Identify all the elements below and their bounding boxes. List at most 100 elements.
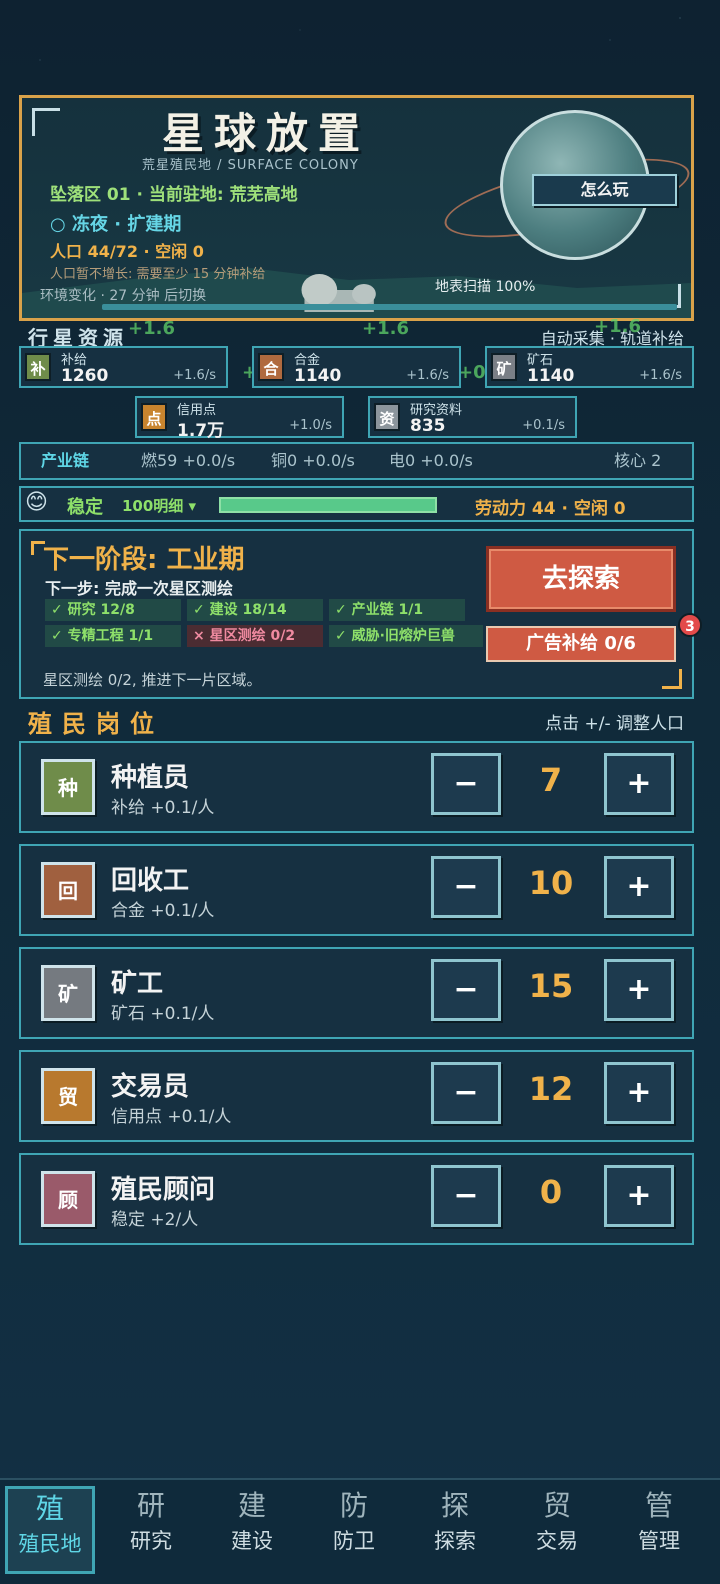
increase-button[interactable]: + bbox=[604, 856, 674, 918]
population-note: 人口暂不增长: 需要至少 15 分钟补给 bbox=[50, 267, 266, 282]
resource-research: 资 研究资料 835 +0.1/s bbox=[368, 396, 577, 438]
nav-tab-label: 探索 bbox=[434, 1529, 476, 1553]
nav-tab-label: 建设 bbox=[231, 1529, 273, 1553]
nav-tab-explore[interactable]: 探探索 bbox=[410, 1486, 500, 1574]
population-text: 人口 44/72 · 空闲 0 bbox=[50, 242, 204, 261]
ad-supply-button[interactable]: 广告补给 0/6 bbox=[486, 626, 676, 662]
check-chip: ✓ 建设 18/14 bbox=[187, 599, 323, 621]
nav-tab-label: 管理 bbox=[638, 1529, 680, 1553]
stability-detail-toggle[interactable]: 100明细 ▾ bbox=[122, 495, 196, 516]
job-name: 交易员 bbox=[111, 1072, 190, 1102]
nav-tab-glyph: 管 bbox=[644, 1489, 673, 1522]
decrease-button[interactable]: − bbox=[431, 959, 501, 1021]
nav-tab-colony[interactable]: 殖殖民地 bbox=[5, 1486, 95, 1574]
industry-chain-bar[interactable]: 产业链 燃59 +0.0/s 铜0 +0.0/s 电0 +0.0/s 核心 2 bbox=[19, 442, 694, 480]
chain-fuel: 燃59 +0.0/s bbox=[141, 451, 236, 470]
nav-tab-glyph: 建 bbox=[237, 1489, 266, 1522]
nav-tab-glyph: 防 bbox=[339, 1489, 368, 1522]
supply-icon: 补 bbox=[25, 353, 51, 381]
phase-footer: 星区测绘 0/2, 推进下一片区域。 bbox=[43, 671, 262, 689]
nav-tab-glyph: 研 bbox=[136, 1489, 165, 1522]
season-text: ○ 冻夜 · 扩建期 bbox=[50, 214, 182, 235]
nav-tab-research[interactable]: 研研究 bbox=[106, 1486, 196, 1574]
jobs-heading: 殖民岗位 bbox=[28, 710, 164, 738]
nav-tab-manage[interactable]: 管管理 bbox=[614, 1486, 704, 1574]
job-name: 殖民顾问 bbox=[111, 1175, 216, 1205]
resource-rate: +1.6/s bbox=[173, 368, 216, 383]
explore-button[interactable]: 去探索 bbox=[486, 546, 676, 612]
increase-button[interactable]: + bbox=[604, 1165, 674, 1227]
resource-floater: +1.6 bbox=[362, 318, 409, 339]
nav-tab-defense[interactable]: 防防卫 bbox=[309, 1486, 399, 1574]
nav-tab-glyph: 殖 bbox=[35, 1492, 64, 1525]
resource-rate: +1.6/s bbox=[406, 368, 449, 383]
labor-text: 劳动力 44 · 空闲 0 bbox=[475, 499, 626, 519]
resource-rate: +0.1/s bbox=[522, 418, 565, 433]
colony-header-panel: 星球放置 荒星殖民地 / SURFACE COLONY 坠落区 01 · 当前驻… bbox=[19, 95, 694, 321]
trader-icon: 贸 bbox=[41, 1068, 95, 1124]
resource-rate: +1.6/s bbox=[639, 368, 682, 383]
job-rate: 矿石 +0.1/人 bbox=[111, 1004, 215, 1024]
chain-power: 电0 +0.0/s bbox=[389, 451, 473, 470]
nav-tab-glyph: 贸 bbox=[542, 1489, 571, 1522]
job-name: 种植员 bbox=[111, 763, 190, 793]
job-count: 10 bbox=[528, 864, 574, 902]
notification-badge: 3 bbox=[678, 613, 702, 637]
recycler-icon: 回 bbox=[41, 862, 95, 918]
next-phase-panel: 下一阶段: 工业期 下一步: 完成一次星区测绘 ✓ 研究 12/8 ✓ 建设 1… bbox=[19, 529, 702, 699]
surface-scan-fill bbox=[102, 304, 677, 310]
check-chip: ✓ 专精工程 1/1 bbox=[45, 625, 181, 647]
chain-core: 核心 2 bbox=[614, 451, 662, 470]
stability-progress-fill bbox=[221, 499, 435, 511]
resource-ore: 矿 矿石 1140 +1.6/s bbox=[485, 346, 694, 388]
frame-corner bbox=[662, 669, 682, 689]
job-rate: 补给 +0.1/人 bbox=[111, 798, 215, 818]
resource-value: 1260 bbox=[61, 366, 109, 386]
stability-bar: 😊 稳定 100明细 ▾ 劳动力 44 · 空闲 0 bbox=[19, 486, 694, 522]
miner-icon: 矿 bbox=[41, 965, 95, 1021]
location-text: 坠落区 01 · 当前驻地: 荒芜高地 bbox=[50, 185, 298, 205]
jobs-hint: 点击 +/- 调整人口 bbox=[545, 714, 684, 734]
increase-button[interactable]: + bbox=[604, 1062, 674, 1124]
farmer-icon: 种 bbox=[41, 759, 95, 815]
check-chip: × 星区测绘 0/2 bbox=[187, 625, 323, 647]
resource-floater: +0 bbox=[458, 362, 486, 383]
resource-value: 835 bbox=[410, 416, 446, 436]
increase-button[interactable]: + bbox=[604, 959, 674, 1021]
job-row-miner: 矿 矿工 矿石 +0.1/人 − 15 + bbox=[19, 947, 694, 1039]
nav-tab-build[interactable]: 建建设 bbox=[207, 1486, 297, 1574]
game-subtitle: 荒星殖民地 / SURFACE COLONY bbox=[142, 158, 359, 173]
chain-copper: 铜0 +0.0/s bbox=[271, 451, 355, 470]
check-chip: ✓ 威胁·旧熔炉巨兽 bbox=[329, 625, 483, 647]
job-row-trader: 贸 交易员 信用点 +0.1/人 − 12 + bbox=[19, 1050, 694, 1142]
job-name: 回收工 bbox=[111, 866, 190, 896]
chain-label: 产业链 bbox=[41, 451, 90, 470]
job-row-farmer: 种 种植员 补给 +0.1/人 − 7 + bbox=[19, 741, 694, 833]
how-to-play-button[interactable]: 怎么玩 bbox=[532, 174, 677, 206]
resource-value: 1.7万 bbox=[177, 421, 225, 441]
resource-floater: +1.6 bbox=[128, 318, 175, 339]
increase-button[interactable]: + bbox=[604, 753, 674, 815]
job-row-advisor: 顾 殖民顾问 稳定 +2/人 − 0 + bbox=[19, 1153, 694, 1245]
smile-emoji-icon: 😊 bbox=[25, 490, 48, 515]
frame-corner-top-left bbox=[32, 108, 60, 136]
nav-tab-label: 研究 bbox=[130, 1529, 172, 1553]
decrease-button[interactable]: − bbox=[431, 1062, 501, 1124]
nav-tab-trade[interactable]: 贸交易 bbox=[512, 1486, 602, 1574]
game-title: 星球放置 bbox=[162, 109, 371, 158]
decrease-button[interactable]: − bbox=[431, 856, 501, 918]
phase-title: 下一阶段: 工业期 bbox=[43, 545, 245, 575]
next-step-text: 下一步: 完成一次星区测绘 bbox=[45, 579, 233, 598]
decrease-button[interactable]: − bbox=[431, 1165, 501, 1227]
job-count: 0 bbox=[539, 1173, 563, 1211]
nav-tab-label: 防卫 bbox=[333, 1529, 375, 1553]
resource-value: 1140 bbox=[294, 366, 342, 386]
resource-floater: +1.6 bbox=[594, 316, 641, 337]
alloy-icon: 合 bbox=[258, 353, 284, 381]
job-rate: 合金 +0.1/人 bbox=[111, 901, 215, 921]
resource-value: 1140 bbox=[527, 366, 575, 386]
resource-rate: +1.0/s bbox=[289, 418, 332, 433]
check-chip: ✓ 产业链 1/1 bbox=[329, 599, 465, 621]
decrease-button[interactable]: − bbox=[431, 753, 501, 815]
stability-progress bbox=[219, 497, 437, 513]
